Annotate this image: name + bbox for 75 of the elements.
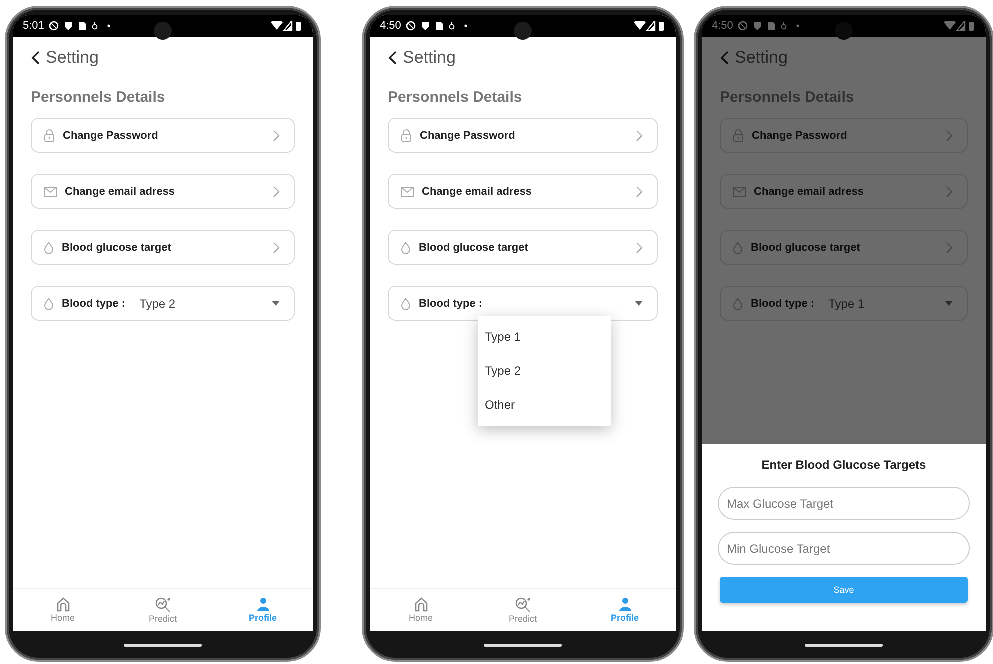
chevron-right-icon — [273, 242, 280, 254]
settings-row[interactable]: Change email adress — [388, 174, 658, 209]
settings-row[interactable]: Change Password — [388, 118, 658, 153]
nav-label: Profile — [248, 613, 277, 623]
blood-type-dropdown[interactable]: Blood type : Type 1 — [720, 286, 968, 321]
blood-type-dropdown[interactable]: Blood type : — [388, 286, 658, 321]
settings-row[interactable]: Change Password — [720, 118, 968, 153]
settings-row[interactable]: Blood glucose target — [31, 230, 295, 265]
status-time: 4:50 — [380, 20, 402, 32]
signal-battery-icons-drawing — [634, 21, 666, 31]
settings-row[interactable]: Change email adress — [31, 174, 295, 209]
settings-row[interactable]: Change email adress — [720, 174, 968, 209]
settings-row[interactable]: Blood glucose target — [720, 230, 968, 265]
page-title: Setting — [46, 48, 99, 68]
nav-label: Home — [50, 613, 75, 623]
drop-icon — [733, 242, 743, 254]
nav-tab[interactable]: Predict — [472, 589, 574, 631]
back-icon[interactable] — [388, 51, 397, 65]
chevron-right-icon — [636, 186, 643, 198]
chevron-right-icon — [946, 130, 953, 142]
blood-type-dropdown[interactable]: Blood type : Type 2 — [31, 286, 295, 321]
nav-label: Predict — [508, 614, 537, 624]
magnifier-chart-icon — [514, 596, 532, 612]
signal-battery-icons-drawing — [271, 21, 303, 31]
lock-icon — [401, 129, 412, 142]
chevron-right-icon — [273, 186, 280, 198]
nav-label: Home — [408, 613, 433, 623]
settings-row[interactable]: Change Password — [31, 118, 295, 153]
camera-hole — [514, 22, 532, 40]
drop-icon — [44, 242, 54, 254]
nav-tab[interactable]: Predict — [113, 589, 213, 631]
caret-icon — [635, 301, 643, 306]
page-title: Setting — [735, 48, 788, 68]
settings-row[interactable]: Blood glucose target — [388, 230, 658, 265]
camera-hole — [154, 22, 172, 40]
chevron-right-icon — [636, 242, 643, 254]
input-field[interactable]: Max Glucose Target — [718, 487, 970, 520]
page-title: Setting — [403, 48, 456, 68]
chevron-right-icon — [946, 186, 953, 198]
person-icon — [256, 597, 270, 612]
back-icon[interactable] — [31, 51, 40, 65]
envelope-icon — [733, 186, 746, 196]
drop-icon — [733, 298, 743, 310]
menu-option[interactable]: Type 1 — [478, 320, 611, 354]
section-title: Personnels Details — [31, 89, 166, 106]
nav-tab[interactable]: Home — [370, 589, 472, 631]
chevron-right-icon — [946, 242, 953, 254]
nav-tab[interactable]: Home — [13, 589, 113, 631]
menu-option[interactable]: Type 2 — [478, 354, 611, 388]
home-icon — [56, 597, 70, 612]
lock-icon — [44, 129, 55, 142]
section-title: Personnels Details — [388, 89, 524, 106]
lock-icon — [733, 129, 744, 142]
chevron-right-icon — [273, 130, 280, 142]
status-time: 4:50 — [712, 20, 734, 32]
menu-option[interactable]: Other — [478, 388, 611, 422]
drop-icon — [401, 298, 411, 310]
camera-hole — [835, 22, 853, 40]
person-icon — [618, 597, 632, 612]
signal-battery-icons-drawing — [944, 21, 976, 31]
drop-icon — [401, 242, 411, 254]
home-icon — [414, 597, 428, 612]
nav-label: Profile — [610, 613, 639, 623]
magnifier-chart-icon — [154, 596, 172, 612]
envelope-icon — [44, 186, 57, 196]
nav-label: Predict — [148, 614, 177, 624]
section-title: Personnels Details — [720, 89, 856, 106]
caret-icon — [945, 301, 953, 306]
drop-icon — [44, 298, 54, 310]
caret-icon — [272, 301, 280, 306]
envelope-icon — [401, 186, 414, 196]
input-field[interactable]: Min Glucose Target — [718, 532, 970, 565]
chevron-right-icon — [636, 130, 643, 142]
sheet-title: Enter Blood Glucose Targets — [760, 458, 928, 472]
status-time: 5:01 — [23, 20, 44, 32]
